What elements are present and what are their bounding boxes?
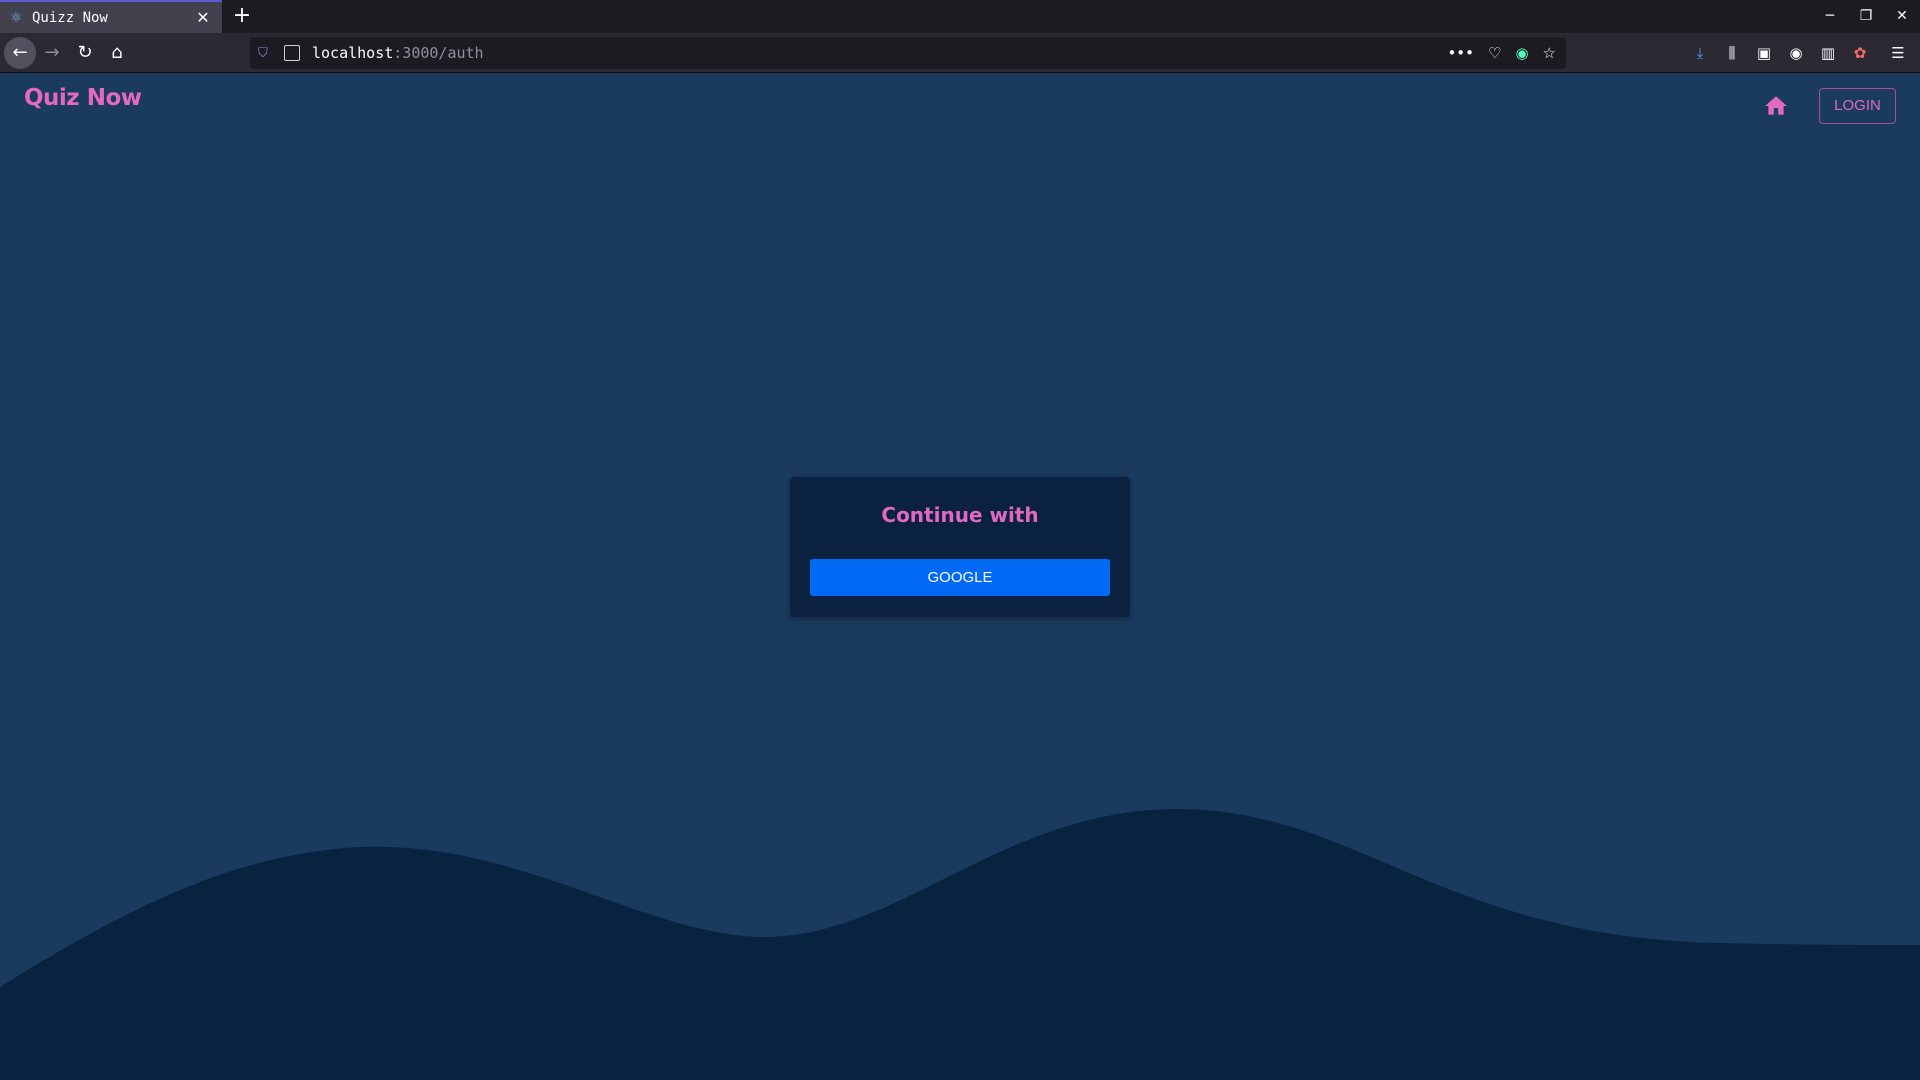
new-tab-button[interactable]: + [230,4,254,28]
auth-card: Continue with GOOGLE [790,477,1130,617]
browser-tab-bar: ⚛ Quizz Now ✕ + ─ ❐ ✕ [0,0,1920,33]
app-logo[interactable]: Quiz Now [24,85,142,111]
url-path: :3000/auth [393,44,484,62]
downloads-icon[interactable]: ⤓ [1686,37,1714,69]
library-icon[interactable]: ⫼ [1718,37,1746,69]
browser-toolbar: ← → ↻ ⌂ ⛉ localhost :3000/auth ••• ♡ ◉ ☆… [0,33,1920,73]
pocket-icon[interactable]: ♡ [1488,44,1501,62]
toolbar-extension-icon[interactable]: ▥ [1814,37,1842,69]
tracking-shield-icon[interactable]: ⛉ [258,46,274,61]
tab-title: Quizz Now [32,9,108,26]
react-favicon-icon: ⚛ [10,9,23,26]
page-info-icon[interactable] [284,45,300,61]
sidebar-icon[interactable]: ▣ [1750,37,1778,69]
addon-icon[interactable]: ✿ [1846,37,1874,69]
google-login-button[interactable]: GOOGLE [810,559,1110,596]
bookmark-star-icon[interactable]: ☆ [1543,44,1556,62]
browser-tab[interactable]: ⚛ Quizz Now ✕ [0,0,222,33]
page-actions-icon[interactable]: ••• [1447,44,1474,62]
auth-card-title: Continue with [881,503,1039,527]
url-host: localhost [312,44,394,62]
menu-icon[interactable]: ☰ [1884,37,1912,69]
page-content: Quiz Now LOGIN Continue with GOOGLE [0,73,1920,1080]
address-bar[interactable]: ⛉ localhost :3000/auth ••• ♡ ◉ ☆ [250,37,1566,69]
close-window-button[interactable]: ✕ [1884,0,1920,33]
home-icon[interactable] [1763,93,1789,119]
login-button[interactable]: LOGIN [1819,88,1896,124]
restore-window-button[interactable]: ❐ [1848,0,1884,33]
account-icon[interactable]: ◉ [1782,37,1810,69]
back-button[interactable]: ← [4,37,36,69]
reload-button[interactable]: ↻ [69,37,101,69]
forward-button[interactable]: → [36,37,68,69]
close-tab-icon[interactable]: ✕ [194,8,212,27]
minimize-window-button[interactable]: ─ [1812,0,1848,33]
browser-home-button[interactable]: ⌂ [101,37,133,69]
extension-icon[interactable]: ◉ [1515,44,1528,62]
